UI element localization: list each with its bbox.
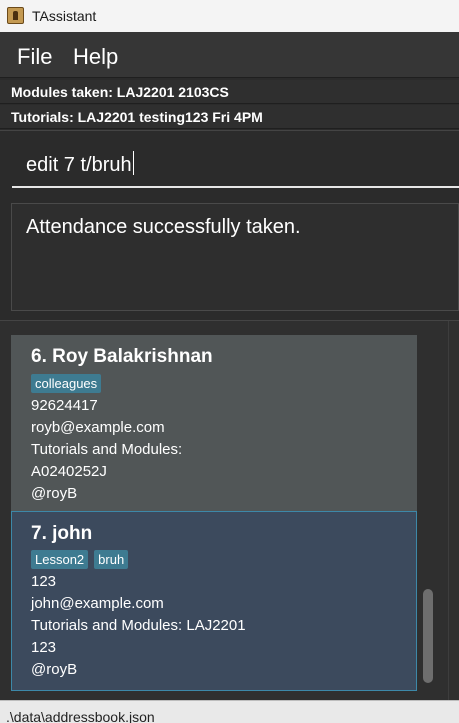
menu-bar: File Help — [0, 32, 459, 78]
title-bar: TAssistant — [0, 0, 459, 32]
app-icon — [7, 7, 24, 24]
person-telegram: @royB — [31, 661, 78, 678]
tag: Lesson2 — [31, 550, 89, 569]
person-list[interactable]: 6. Roy Balakrishnan colleagues 92624417 … — [0, 320, 459, 700]
person-card[interactable]: 6. Roy Balakrishnan colleagues 92624417 … — [11, 335, 417, 511]
person-email: john@example.com — [31, 595, 164, 612]
person-card-selected[interactable]: 7. john Lesson2 bruh 123 john@example.co… — [11, 511, 417, 691]
scrollbar-thumb[interactable] — [423, 589, 433, 683]
tag: bruh — [94, 550, 129, 569]
status-bar: .\data\addressbook.json — [0, 700, 459, 723]
person-phone: 123 — [31, 573, 57, 590]
result-message: Attendance successfully taken. — [26, 216, 301, 238]
result-display: Attendance successfully taken. — [11, 203, 459, 311]
tag-list: colleagues — [31, 374, 102, 393]
text-cursor — [132, 151, 134, 175]
person-name: 7. john — [31, 523, 93, 544]
modules-text: Modules taken: LAJ2201 2103CS — [11, 84, 229, 100]
menu-file[interactable]: File — [17, 44, 52, 70]
modules-info: Modules taken: LAJ2201 2103CS — [0, 80, 459, 104]
person-phone: 92624417 — [31, 397, 98, 414]
tag-list: Lesson2 bruh — [31, 550, 129, 569]
person-student-id: A0240252J — [31, 463, 107, 480]
person-telegram: @royB — [31, 485, 78, 502]
command-input[interactable]: edit 7 t/bruh — [26, 151, 134, 177]
command-text: edit 7 t/bruh — [26, 154, 132, 176]
person-name: 6. Roy Balakrishnan — [31, 346, 213, 367]
tutorials-text: Tutorials: LAJ2201 testing123 Fri 4PM — [11, 109, 263, 125]
person-tutorials: Tutorials and Modules: LAJ2201 — [31, 617, 246, 634]
data-file-path: .\data\addressbook.json — [6, 709, 155, 723]
menu-help[interactable]: Help — [73, 44, 118, 70]
window-title: TAssistant — [32, 8, 97, 24]
person-tutorials: Tutorials and Modules: — [31, 441, 183, 458]
tutorials-info: Tutorials: LAJ2201 testing123 Fri 4PM — [0, 105, 459, 129]
list-divider — [448, 321, 449, 700]
tag: colleagues — [31, 374, 102, 393]
person-student-id: 123 — [31, 639, 57, 656]
command-underline — [12, 186, 459, 188]
command-box[interactable]: edit 7 t/bruh — [0, 130, 459, 196]
person-email: royb@example.com — [31, 419, 165, 436]
